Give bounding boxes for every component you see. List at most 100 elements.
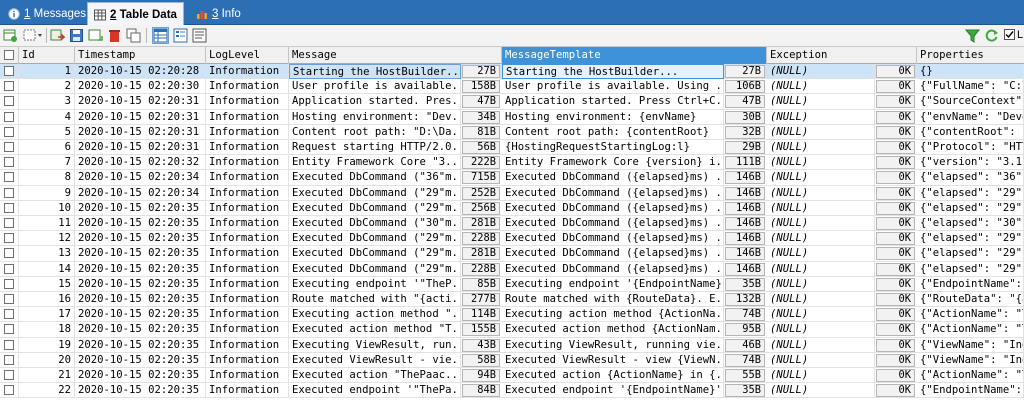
messagetemplate-size-button[interactable]: 132B <box>725 293 765 306</box>
messagetemplate-size-button[interactable]: 35B <box>725 277 765 291</box>
row-select-cell[interactable] <box>0 200 19 216</box>
cell-timestamp[interactable]: 2020-10-15 02:20:35 <box>75 337 206 353</box>
cell-message[interactable]: Executing ViewResult, run... <box>289 337 461 353</box>
messagetemplate-size-button[interactable]: 47B <box>725 95 765 109</box>
row-select-cell[interactable] <box>0 231 19 247</box>
cell-exception[interactable]: (NULL) <box>767 200 875 216</box>
cell-id[interactable]: 7 <box>19 155 75 171</box>
messagetemplate-size-button[interactable]: 74B <box>725 353 765 367</box>
messagetemplate-size-button[interactable]: 111B <box>725 156 765 170</box>
exception-size-button[interactable]: 0K <box>876 217 915 230</box>
messagetemplate-size-button[interactable]: 95B <box>725 323 765 337</box>
table-row[interactable]: 7 2020-10-15 02:20:32 Information Entity Fr… <box>0 155 1024 171</box>
cell-loglevel[interactable]: Information <box>206 276 289 292</box>
cell-exception[interactable]: (NULL) <box>767 276 875 292</box>
row-select-cell[interactable] <box>0 307 19 323</box>
messagetemplate-size-button[interactable]: 146B <box>725 186 765 200</box>
cell-messagetemplate[interactable]: User profile is available. Using ... <box>502 79 724 95</box>
cell-messagetemplate[interactable]: Route matched with {RouteData}. E... <box>502 292 724 307</box>
cell-message[interactable]: Executed action "ThePaac... <box>289 368 461 383</box>
cell-id[interactable]: 16 <box>19 292 75 307</box>
messagetemplate-size-button[interactable]: 146B <box>725 247 765 261</box>
cell-timestamp[interactable]: 2020-10-15 02:20:35 <box>75 368 206 383</box>
cell-timestamp[interactable]: 2020-10-15 02:20:35 <box>75 322 206 338</box>
cell-messagetemplate[interactable]: Executed DbCommand ({elapsed}ms) ... <box>502 216 724 231</box>
header-exception[interactable]: Exception <box>767 47 917 64</box>
exception-size-button[interactable]: 0K <box>876 80 915 94</box>
cell-properties[interactable]: {"elapsed": "36"," <box>917 170 1024 186</box>
cell-exception[interactable]: (NULL) <box>767 79 875 95</box>
form-view-icon[interactable] <box>172 27 189 44</box>
messagetemplate-size-button[interactable]: 146B <box>725 217 765 230</box>
cell-timestamp[interactable]: 2020-10-15 02:20:35 <box>75 307 206 323</box>
exception-size-button[interactable]: 0K <box>876 277 915 291</box>
grid-view-icon[interactable] <box>152 27 169 44</box>
cell-timestamp[interactable]: 2020-10-15 02:20:34 <box>75 185 206 201</box>
row-select-cell[interactable] <box>0 322 19 338</box>
table-row[interactable]: 4 2020-10-15 02:20:31 Information Hosting e… <box>0 109 1024 125</box>
checkbox-icon[interactable] <box>1004 29 1015 40</box>
cell-timestamp[interactable]: 2020-10-15 02:20:35 <box>75 292 206 307</box>
cell-loglevel[interactable]: Information <box>206 155 289 171</box>
table-row[interactable]: 12 2020-10-15 02:20:35 Information Executed… <box>0 231 1024 247</box>
cell-properties[interactable]: {"contentRoot": "D <box>917 124 1024 140</box>
cell-properties[interactable]: {"EndpointName": " <box>917 383 1024 399</box>
cell-properties[interactable]: {"elapsed": "29"," <box>917 200 1024 216</box>
cell-messagetemplate[interactable]: Executed DbCommand ({elapsed}ms) ... <box>502 231 724 247</box>
row-checkbox[interactable] <box>4 294 14 304</box>
refresh-icon[interactable] <box>983 27 1000 44</box>
cell-id[interactable]: 4 <box>19 109 75 125</box>
exception-size-button[interactable]: 0K <box>876 171 915 185</box>
cell-loglevel[interactable]: Information <box>206 261 289 277</box>
cell-exception[interactable]: (NULL) <box>767 140 875 155</box>
header-messagetemplate[interactable]: MessageTemplate <box>502 47 767 64</box>
cell-messagetemplate[interactable]: Executed DbCommand ({elapsed}ms) ... <box>502 200 724 216</box>
message-size-button[interactable]: 27B <box>462 65 500 78</box>
cell-timestamp[interactable]: 2020-10-15 02:20:31 <box>75 140 206 155</box>
cell-properties[interactable]: {"envName": "Devel <box>917 109 1024 125</box>
table-row[interactable]: 5 2020-10-15 02:20:31 Information Content r… <box>0 124 1024 140</box>
message-size-button[interactable]: 277B <box>462 293 500 306</box>
message-size-button[interactable]: 228B <box>462 232 500 246</box>
messagetemplate-size-button[interactable]: 35B <box>725 384 765 398</box>
row-checkbox[interactable] <box>4 233 14 244</box>
cell-exception[interactable]: (NULL) <box>767 261 875 277</box>
cell-timestamp[interactable]: 2020-10-15 02:20:35 <box>75 352 206 368</box>
cell-message[interactable]: Executed DbCommand ("29"m... <box>289 231 461 247</box>
row-select-cell[interactable] <box>0 276 19 292</box>
table-row[interactable]: 18 2020-10-15 02:20:35 Information Executed… <box>0 322 1024 338</box>
cell-timestamp[interactable]: 2020-10-15 02:20:35 <box>75 246 206 262</box>
cell-timestamp[interactable]: 2020-10-15 02:20:31 <box>75 109 206 125</box>
message-size-button[interactable]: 281B <box>462 247 500 261</box>
cell-timestamp[interactable]: 2020-10-15 02:20:35 <box>75 276 206 292</box>
cell-exception[interactable]: (NULL) <box>767 94 875 110</box>
cell-messagetemplate[interactable]: Content root path: {contentRoot} <box>502 124 724 140</box>
cell-id[interactable]: 13 <box>19 246 75 262</box>
cell-exception[interactable]: (NULL) <box>767 246 875 262</box>
cell-properties[interactable]: {} <box>917 64 1024 79</box>
exception-size-button[interactable]: 0K <box>876 369 915 382</box>
cell-messagetemplate[interactable]: Application started. Press Ctrl+C... <box>502 94 724 110</box>
cell-loglevel[interactable]: Information <box>206 307 289 323</box>
cell-message[interactable]: Request starting HTTP/2.0... <box>289 140 461 155</box>
message-size-button[interactable]: 281B <box>462 217 500 230</box>
cell-id[interactable]: 18 <box>19 322 75 338</box>
cell-loglevel[interactable]: Information <box>206 231 289 247</box>
exception-size-button[interactable]: 0K <box>876 125 915 139</box>
cell-loglevel[interactable]: Information <box>206 124 289 140</box>
select-all-checkbox[interactable] <box>4 50 14 60</box>
cell-exception[interactable]: (NULL) <box>767 292 875 307</box>
cell-id[interactable]: 10 <box>19 200 75 216</box>
cell-messagetemplate[interactable]: Executing ViewResult, running vie... <box>502 337 724 353</box>
cell-timestamp[interactable]: 2020-10-15 02:20:30 <box>75 79 206 95</box>
header-timestamp[interactable]: Timestamp <box>75 47 206 64</box>
cell-properties[interactable]: {"elapsed": "30"," <box>917 216 1024 231</box>
cell-exception[interactable]: (NULL) <box>767 216 875 231</box>
cell-messagetemplate[interactable]: Hosting environment: {envName} <box>502 109 724 125</box>
message-size-button[interactable]: 715B <box>462 171 500 185</box>
cell-message[interactable]: Executed action method "T... <box>289 322 461 338</box>
table-row[interactable]: 1 2020-10-15 02:20:28 Information Starting … <box>0 64 1024 80</box>
exception-size-button[interactable]: 0K <box>876 308 915 322</box>
row-select-cell[interactable] <box>0 352 19 368</box>
table-row[interactable]: 14 2020-10-15 02:20:35 Information Executed… <box>0 261 1024 277</box>
